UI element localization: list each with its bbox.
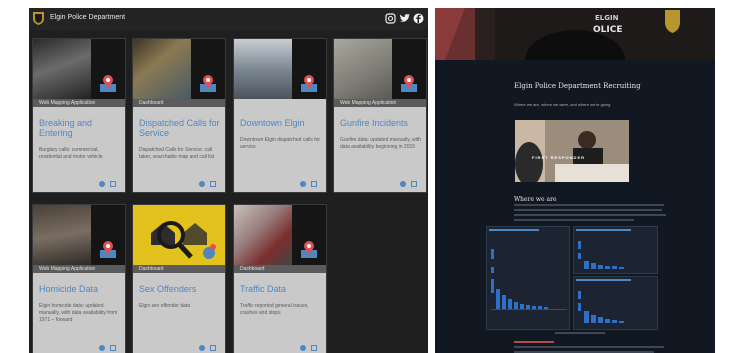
section-heading: Where we are xyxy=(514,196,557,203)
paragraph-line xyxy=(514,209,662,211)
shell-casing-photo xyxy=(334,39,392,99)
info-icon[interactable] xyxy=(300,345,306,351)
card-thumbnail xyxy=(133,205,225,265)
card-thumbnail xyxy=(334,39,426,99)
card-description: Downtown Elgin dispatched calls for serv… xyxy=(240,137,321,150)
calendar-icon[interactable] xyxy=(210,345,216,351)
card-title[interactable]: Dispatched Calls for Service xyxy=(139,118,221,138)
card-traffic-data[interactable]: Dashboard Traffic Data Traffic reported … xyxy=(233,204,327,353)
recruiting-story-panel: ELGIN OLICE Elgin Police Department Recr… xyxy=(435,8,715,353)
card-thumbnail xyxy=(234,39,326,99)
paragraph-line xyxy=(514,346,664,348)
card-type-label xyxy=(234,99,326,107)
card-thumbnail xyxy=(234,205,326,265)
header-bar: Elgin Police Department xyxy=(29,8,428,30)
hero-image: ELGIN OLICE xyxy=(435,8,715,60)
card-gunfire-incidents[interactable]: Web Mapping Application Gunfire Incident… xyxy=(333,38,427,193)
map-pin-icon xyxy=(401,75,417,92)
card-type-label: Dashboard xyxy=(133,265,225,273)
card-title[interactable]: Breaking and Entering xyxy=(39,118,121,138)
card-type-label: Web Mapping Application xyxy=(334,99,426,107)
paragraph-line xyxy=(514,219,634,221)
car-crash-photo xyxy=(234,205,292,265)
calendar-icon[interactable] xyxy=(311,345,317,351)
card-breaking-and-entering[interactable]: Web Mapping Application Breaking and Ent… xyxy=(32,38,126,193)
card-thumbnail xyxy=(33,205,125,265)
card-title[interactable]: Sex Offenders xyxy=(139,284,221,294)
card-sex-offenders[interactable]: Dashboard Sex Offenders Elgin sex offend… xyxy=(132,204,226,353)
officer-photo xyxy=(515,120,629,182)
info-icon[interactable] xyxy=(199,345,205,351)
map-pin-icon xyxy=(100,75,116,92)
dispatch-room-photo xyxy=(133,39,191,99)
calendar-icon[interactable] xyxy=(110,345,116,351)
card-homicide-data[interactable]: Web Mapping Application Homicide Data El… xyxy=(32,204,126,353)
calendar-icon[interactable] xyxy=(210,181,216,187)
embedded-dashboard-top-right[interactable] xyxy=(573,226,658,274)
embedded-dashboard-bottom-right[interactable] xyxy=(573,276,658,330)
calendar-icon[interactable] xyxy=(411,181,417,187)
card-title[interactable]: Gunfire Incidents xyxy=(340,118,422,128)
card-type-label: Web Mapping Application xyxy=(33,265,125,273)
gallery-panel: Elgin Police Department Web Mapping Appl… xyxy=(29,8,428,353)
card-description: Elgin homicide data: updated manually, w… xyxy=(39,303,118,323)
card-title[interactable]: Homicide Data xyxy=(39,284,121,294)
card-type-label: Dashboard xyxy=(234,265,326,273)
info-icon[interactable] xyxy=(99,181,105,187)
card-thumbnail xyxy=(133,39,225,99)
card-description: Burglary calls: commercial, residential … xyxy=(39,147,103,160)
card-type-label: Web Mapping Application xyxy=(33,99,125,107)
svg-text:ELGIN: ELGIN xyxy=(595,14,619,22)
card-description: Gunfire data: updated manually, with dat… xyxy=(340,137,422,150)
paragraph-line xyxy=(514,204,664,206)
map-pin-icon xyxy=(100,241,116,258)
paragraph-line xyxy=(514,214,666,216)
calendar-icon[interactable] xyxy=(311,181,317,187)
svg-text:OLICE: OLICE xyxy=(593,25,623,35)
card-description: Dispatched Calls for Service: call taker… xyxy=(139,147,215,160)
map-pin-icon xyxy=(301,241,317,258)
info-icon[interactable] xyxy=(199,181,205,187)
card-title[interactable]: Downtown Elgin xyxy=(240,118,322,128)
card-title[interactable]: Traffic Data xyxy=(240,284,322,294)
card-type-label: Dashboard xyxy=(133,99,225,107)
downtown-photo xyxy=(234,39,292,99)
card-downtown-elgin[interactable]: Downtown Elgin Downtown Elgin dispatched… xyxy=(233,38,327,193)
map-pin-icon xyxy=(200,75,216,92)
calendar-icon[interactable] xyxy=(110,181,116,187)
card-thumbnail xyxy=(33,39,125,99)
card-description: Elgin sex offender data xyxy=(139,303,191,309)
info-icon[interactable] xyxy=(99,345,105,351)
offender-house-graphic xyxy=(133,205,225,265)
instagram-icon[interactable] xyxy=(385,13,396,24)
photo-banner-text: FIRST RESPONDER xyxy=(532,155,586,160)
facebook-icon[interactable] xyxy=(413,13,424,24)
info-icon[interactable] xyxy=(400,181,406,187)
twitter-icon[interactable] xyxy=(399,13,410,24)
story-subtitle: Where we are, where we were, and where w… xyxy=(514,102,611,107)
crime-scene-photo xyxy=(33,205,91,265)
dashboard-caption xyxy=(555,332,605,334)
map-pin-icon xyxy=(301,75,317,92)
burglar-photo xyxy=(33,39,91,99)
police-badge-logo xyxy=(32,11,45,26)
highlight-line xyxy=(514,341,554,343)
card-description: Traffic reported general issues, crashes… xyxy=(240,303,309,316)
info-icon[interactable] xyxy=(300,181,306,187)
department-title: Elgin Police Department xyxy=(50,14,126,21)
embedded-dashboard-left[interactable] xyxy=(486,226,570,330)
card-dispatched-calls[interactable]: Dashboard Dispatched Calls for Service D… xyxy=(132,38,226,193)
story-title: Elgin Police Department Recruiting xyxy=(514,82,641,90)
